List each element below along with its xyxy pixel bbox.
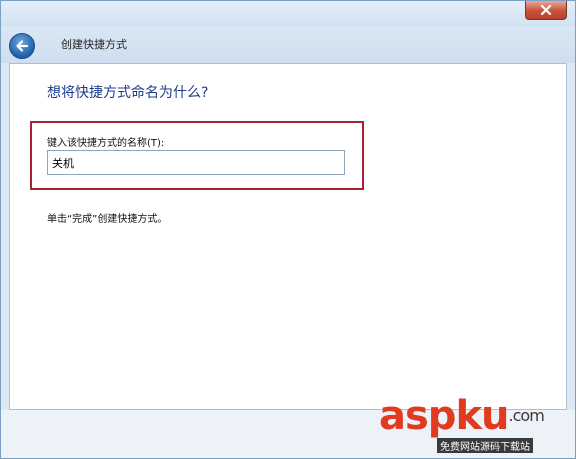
watermark-asp: asp xyxy=(379,393,456,439)
watermark-brand: aspku.com xyxy=(379,393,545,439)
watermark-ku: ku xyxy=(455,393,509,439)
create-shortcut-window: 创建快捷方式 想将快捷方式命名为什么? 键入该快捷方式的名称(T): 单击“完成… xyxy=(0,0,576,459)
wizard-content-pane: 想将快捷方式命名为什么? 键入该快捷方式的名称(T): 单击“完成”创建快捷方式… xyxy=(9,63,567,410)
shortcut-name-input[interactable] xyxy=(47,150,345,175)
close-icon xyxy=(540,5,552,15)
back-arrow-icon xyxy=(16,40,29,52)
title-bar[interactable] xyxy=(1,1,575,27)
finish-instruction-text: 单击“完成”创建快捷方式。 xyxy=(47,214,168,225)
close-button[interactable] xyxy=(525,1,567,20)
site-watermark-logo: aspku.com 免费网站源码下载站 xyxy=(379,394,569,454)
watermark-com: .com xyxy=(508,406,545,425)
watermark-tagline: 免费网站源码下载站 xyxy=(437,438,533,453)
page-heading: 想将快捷方式命名为什么? xyxy=(47,85,209,101)
back-button[interactable] xyxy=(9,33,35,59)
wizard-title: 创建快捷方式 xyxy=(61,38,127,51)
shortcut-name-label: 键入该快捷方式的名称(T): xyxy=(47,138,165,149)
wizard-nav-bar: 创建快捷方式 xyxy=(1,27,575,63)
